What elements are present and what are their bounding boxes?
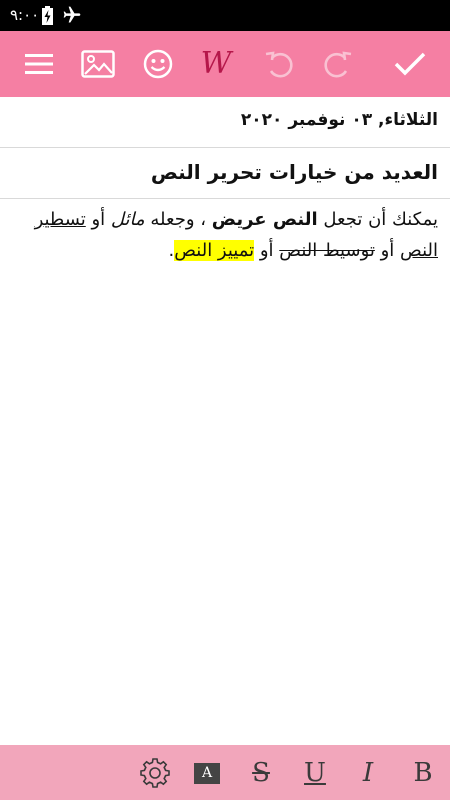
redo-icon	[324, 51, 352, 78]
menu-button[interactable]	[19, 44, 59, 84]
bold-button[interactable]: B	[403, 753, 443, 793]
italic-icon: I	[362, 758, 374, 788]
note-date[interactable]: الثلاثاء, ٠٣ نوفمبر ٢٠٢٠	[241, 110, 438, 130]
undo-icon	[265, 51, 293, 78]
status-time: ٩:٠٠	[10, 6, 40, 24]
strikethrough-text: توسيط النص	[279, 240, 375, 261]
font-color-icon: A	[194, 762, 220, 784]
note-title[interactable]: العديد من خيارات تحرير النص	[151, 160, 438, 184]
italic-button[interactable]: I	[348, 753, 388, 793]
underline-button[interactable]: U	[295, 753, 335, 793]
body-text-segment: ، وجعله	[144, 209, 212, 230]
body-text-segment: يمكنك أن تجعل	[317, 209, 438, 230]
gear-icon	[140, 758, 170, 788]
battery-charging-icon	[42, 6, 53, 25]
bold-icon: B	[413, 758, 433, 788]
bold-text: النص عريض	[211, 209, 318, 230]
emoji-icon	[143, 49, 173, 79]
airplane-mode-icon	[63, 6, 81, 23]
settings-button[interactable]	[135, 753, 175, 793]
status-bar: ٩:٠٠	[0, 0, 450, 31]
text-format-button[interactable]: W	[196, 44, 236, 84]
highlighted-text: تمييز النص	[174, 240, 255, 261]
date-row: الثلاثاء, ٠٣ نوفمبر ٢٠٢٠	[0, 97, 450, 148]
strikethrough-icon: S	[252, 758, 270, 788]
menu-icon	[25, 54, 53, 74]
format-icon: W	[200, 46, 232, 81]
title-row: العديد من خيارات تحرير النص	[0, 148, 450, 199]
body-text-segment: أو	[374, 240, 401, 261]
format-bar: A S U I B	[0, 745, 450, 800]
undo-button[interactable]	[259, 44, 299, 84]
top-toolbar: W	[0, 31, 450, 97]
redo-button[interactable]	[318, 44, 358, 84]
font-color-button[interactable]: A	[187, 753, 227, 793]
save-button[interactable]	[390, 44, 430, 84]
check-icon	[394, 52, 426, 76]
insert-image-button[interactable]	[78, 44, 118, 84]
italic-text: مائل	[110, 209, 145, 230]
note-body-editor[interactable]: يمكنك أن تجعل النص عريض ، وجعله مائل أو …	[14, 204, 438, 266]
underline-icon: U	[304, 758, 326, 788]
strikethrough-button[interactable]: S	[241, 753, 281, 793]
body-text-segment: أو	[85, 209, 111, 230]
body-text-segment: أو	[254, 240, 280, 261]
image-icon	[81, 50, 115, 78]
insert-emoji-button[interactable]	[138, 44, 178, 84]
